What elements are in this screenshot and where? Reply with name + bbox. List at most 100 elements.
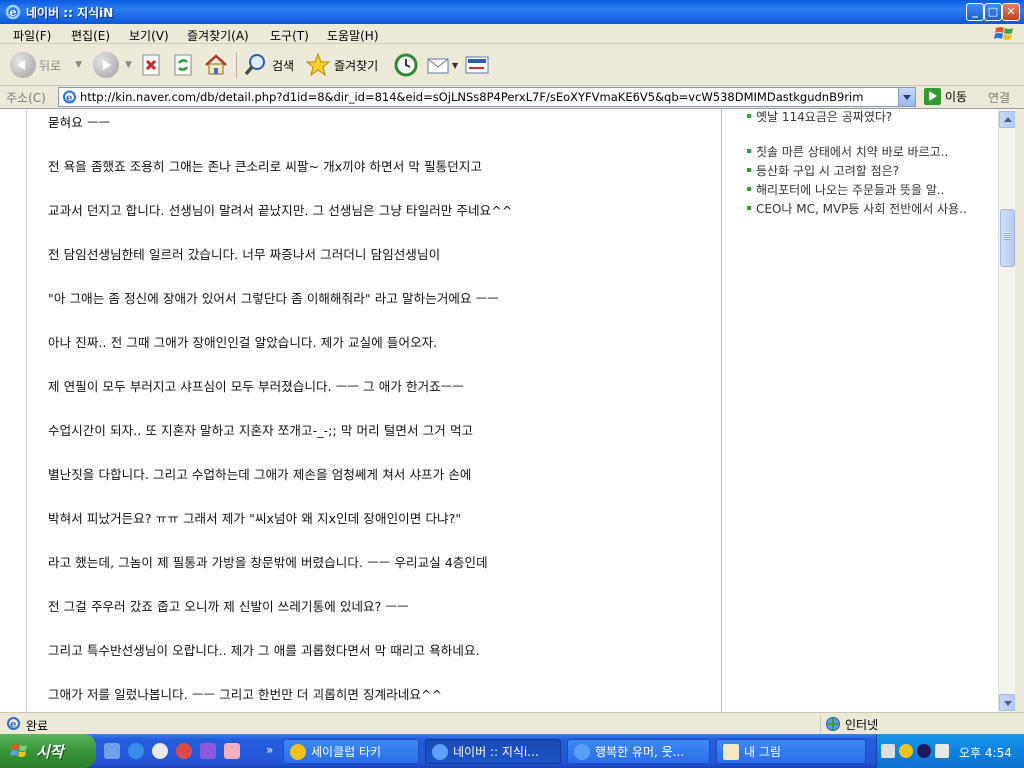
address-dropdown-icon[interactable] <box>898 88 915 106</box>
network-tray-icon[interactable] <box>917 744 931 758</box>
history-icon <box>394 53 418 77</box>
menu-tools[interactable]: 도구(T) <box>270 27 309 44</box>
menu-favorites[interactable]: 즐겨찾기(A) <box>187 27 249 44</box>
info-icon[interactable] <box>152 743 168 759</box>
quicklaunch-more-icon[interactable]: » <box>266 743 273 757</box>
internet-globe-icon <box>826 717 840 731</box>
favorites-button[interactable]: 즐겨찾기 <box>305 49 378 81</box>
maximize-button[interactable]: □ <box>984 3 1002 21</box>
minimize-button[interactable]: _ <box>966 3 984 21</box>
bullet-icon <box>747 206 751 210</box>
chat-quicklaunch-icon[interactable] <box>224 743 240 759</box>
article-paragraph: 교과서 던지고 합니다. 선생님이 말려서 끝났지만. 그 선생님은 그냥 타일… <box>48 203 513 218</box>
toolbar: 뒤로 ▼ ▼ 검색 즐겨찾기 ▼ <box>0 44 1024 86</box>
messenger-tray-icon[interactable] <box>899 744 913 758</box>
security-zone[interactable]: 인터넷 <box>820 715 878 733</box>
sidebar-link[interactable]: 등산화 구입 시 고려할 점은? <box>746 162 899 179</box>
article-paragraph: 별난짓을 다합니다. 그리고 수업하는데 그애가 제손을 엄청쎄게 쳐서 샤프가… <box>48 467 472 482</box>
article-paragraph: 수업시간이 되자.. 또 지혼자 말하고 지혼자 쪼개고-_-;; 막 머리 털… <box>48 423 474 438</box>
clock[interactable]: 오후 4:54 <box>959 744 1012 761</box>
menu-view[interactable]: 보기(V) <box>129 27 169 44</box>
favorites-label: 즐겨찾기 <box>334 58 379 73</box>
article-body: 묻혀요 ㅡㅡ 전 욕을 좀했죠 조용히 그애는 존나 큰소리로 씨팔~ 개x끼야… <box>26 109 722 713</box>
svg-text:e: e <box>10 720 16 731</box>
bullet-icon <box>747 187 751 191</box>
messenger-icon <box>465 56 489 74</box>
mail-dropdown-icon[interactable]: ▼ <box>452 61 458 70</box>
start-button[interactable]: 시작 <box>0 734 96 768</box>
taskbar-item[interactable]: 내 그림 <box>716 739 866 764</box>
app-quicklaunch-icon[interactable] <box>176 743 192 759</box>
back-label: 뒤로 <box>39 58 62 73</box>
ie-task-icon <box>432 743 448 760</box>
security-tray-icon[interactable] <box>935 744 949 758</box>
search-button[interactable]: 검색 <box>243 49 294 81</box>
sidebar-link[interactable]: 칫솔 마른 상태에서 치약 바로 바르고.. <box>746 143 948 160</box>
messenger-button[interactable] <box>464 49 490 81</box>
menu-edit[interactable]: 편집(E) <box>71 27 110 44</box>
menu-help[interactable]: 도움말(H) <box>327 27 379 44</box>
article-paragraph: 전 담임선생님한테 일르러 갔습니다. 너무 짜증나서 그러더니 담임선생님이 <box>48 247 441 262</box>
taskbar-item[interactable]: 세이클럽 타키 <box>283 739 419 764</box>
address-label: 주소(C) <box>6 91 46 105</box>
sidebar-link[interactable]: 옛날 114요금은 공짜였다? <box>746 109 892 125</box>
bullet-icon <box>747 168 751 172</box>
refresh-icon <box>174 54 192 76</box>
taskbar-item[interactable]: 행복한 유머, 웃... <box>567 739 710 764</box>
sidebar-link[interactable]: 해리포터에 나오는 주문들과 뜻을 알.. <box>746 181 945 198</box>
ie-quicklaunch-icon[interactable] <box>128 743 144 759</box>
links-toolbar[interactable]: 연결 <box>988 89 1010 106</box>
scroll-down-button[interactable] <box>999 694 1016 711</box>
stop-button[interactable] <box>140 49 162 81</box>
vertical-scrollbar[interactable] <box>998 109 1016 713</box>
refresh-button[interactable] <box>172 49 194 81</box>
svg-text:e: e <box>66 93 72 104</box>
bullet-icon <box>747 114 751 118</box>
close-button[interactable]: ✕ <box>1002 3 1020 21</box>
status-text: 완료 <box>26 719 49 733</box>
volume-icon[interactable] <box>881 744 895 758</box>
sidebar-link[interactable]: CEO나 MC, MVP등 사회 전반에서 사용.. <box>746 200 967 217</box>
window-title: 네이버 :: 지식iN <box>26 6 114 20</box>
forward-arrow-icon <box>93 52 119 78</box>
page-viewport: 묻혀요 ㅡㅡ 전 욕을 좀했죠 조용히 그애는 존나 큰소리로 씨팔~ 개x끼야… <box>0 108 1024 713</box>
home-button[interactable] <box>203 49 229 81</box>
go-label: 이동 <box>945 90 968 104</box>
address-input[interactable]: e http://kin.naver.com/db/detail.php?d1i… <box>58 87 916 107</box>
zone-label: 인터넷 <box>845 717 879 732</box>
address-url: http://kin.naver.com/db/detail.php?d1id=… <box>80 90 864 104</box>
home-icon <box>205 54 227 75</box>
title-bar[interactable]: e 네이버 :: 지식iN _ □ ✕ <box>0 0 1024 24</box>
show-desktop-icon[interactable] <box>104 743 120 759</box>
bullet-icon <box>747 149 751 153</box>
address-bar: 주소(C) e http://kin.naver.com/db/detail.p… <box>0 86 1024 108</box>
favorites-star-icon <box>305 52 331 77</box>
scroll-thumb[interactable] <box>1000 209 1015 267</box>
status-bar: e 완료 인터넷 <box>0 712 1024 734</box>
go-arrow-icon <box>924 88 941 105</box>
article-paragraph: 그리고 특수반선생님이 오랍니다.. 제가 그 애를 괴롭혔다면서 막 때리고 … <box>48 643 480 658</box>
taskbar: 시작 » 세이클럽 타키 네이버 :: 지식i... 행복한 유머, 웃... … <box>0 734 1024 768</box>
back-arrow-icon <box>10 52 36 78</box>
forward-button[interactable]: ▼ <box>93 49 132 81</box>
media-quicklaunch-icon[interactable] <box>200 743 216 759</box>
article-paragraph: "아 그애는 좀 정신에 장애가 있어서 그렇단다 좀 이해해줘라" 라고 말하… <box>48 291 499 306</box>
article-paragraph: 그애가 저를 일렀나봅니다. ㅡㅡ 그리고 한번만 더 괴롭히면 징계라네요^^ <box>48 687 443 702</box>
taskbar-item[interactable]: 네이버 :: 지식i... <box>425 739 561 764</box>
back-button[interactable]: 뒤로 ▼ <box>10 49 82 81</box>
windows-flag-icon <box>10 744 27 757</box>
window-edge <box>1015 109 1024 713</box>
forward-dropdown-icon[interactable]: ▼ <box>125 60 132 70</box>
scroll-up-button[interactable] <box>999 111 1016 128</box>
article-paragraph: 전 그걸 주우러 갔죠 줍고 오니까 제 신발이 쓰레기통에 있네요? ㅡㅡ <box>48 599 409 614</box>
related-questions-sidebar: 옛날 114요금은 공짜였다? 칫솔 마른 상태에서 치약 바로 바르고.. 등… <box>724 109 998 713</box>
back-dropdown-icon[interactable]: ▼ <box>75 60 82 70</box>
menu-bar: 파일(F) 편집(E) 보기(V) 즐겨찾기(A) 도구(T) 도움말(H) <box>0 24 1024 44</box>
menu-file[interactable]: 파일(F) <box>13 27 51 44</box>
mail-button[interactable]: ▼ <box>426 49 458 81</box>
page-icon: e <box>63 90 76 104</box>
history-button[interactable] <box>393 49 419 81</box>
go-button[interactable]: 이동 <box>924 88 967 105</box>
article-paragraph: 아나 진짜.. 전 그때 그애가 장애인인걸 알았습니다. 제가 교실에 들어오… <box>48 335 438 350</box>
sayclub-icon <box>290 743 306 760</box>
